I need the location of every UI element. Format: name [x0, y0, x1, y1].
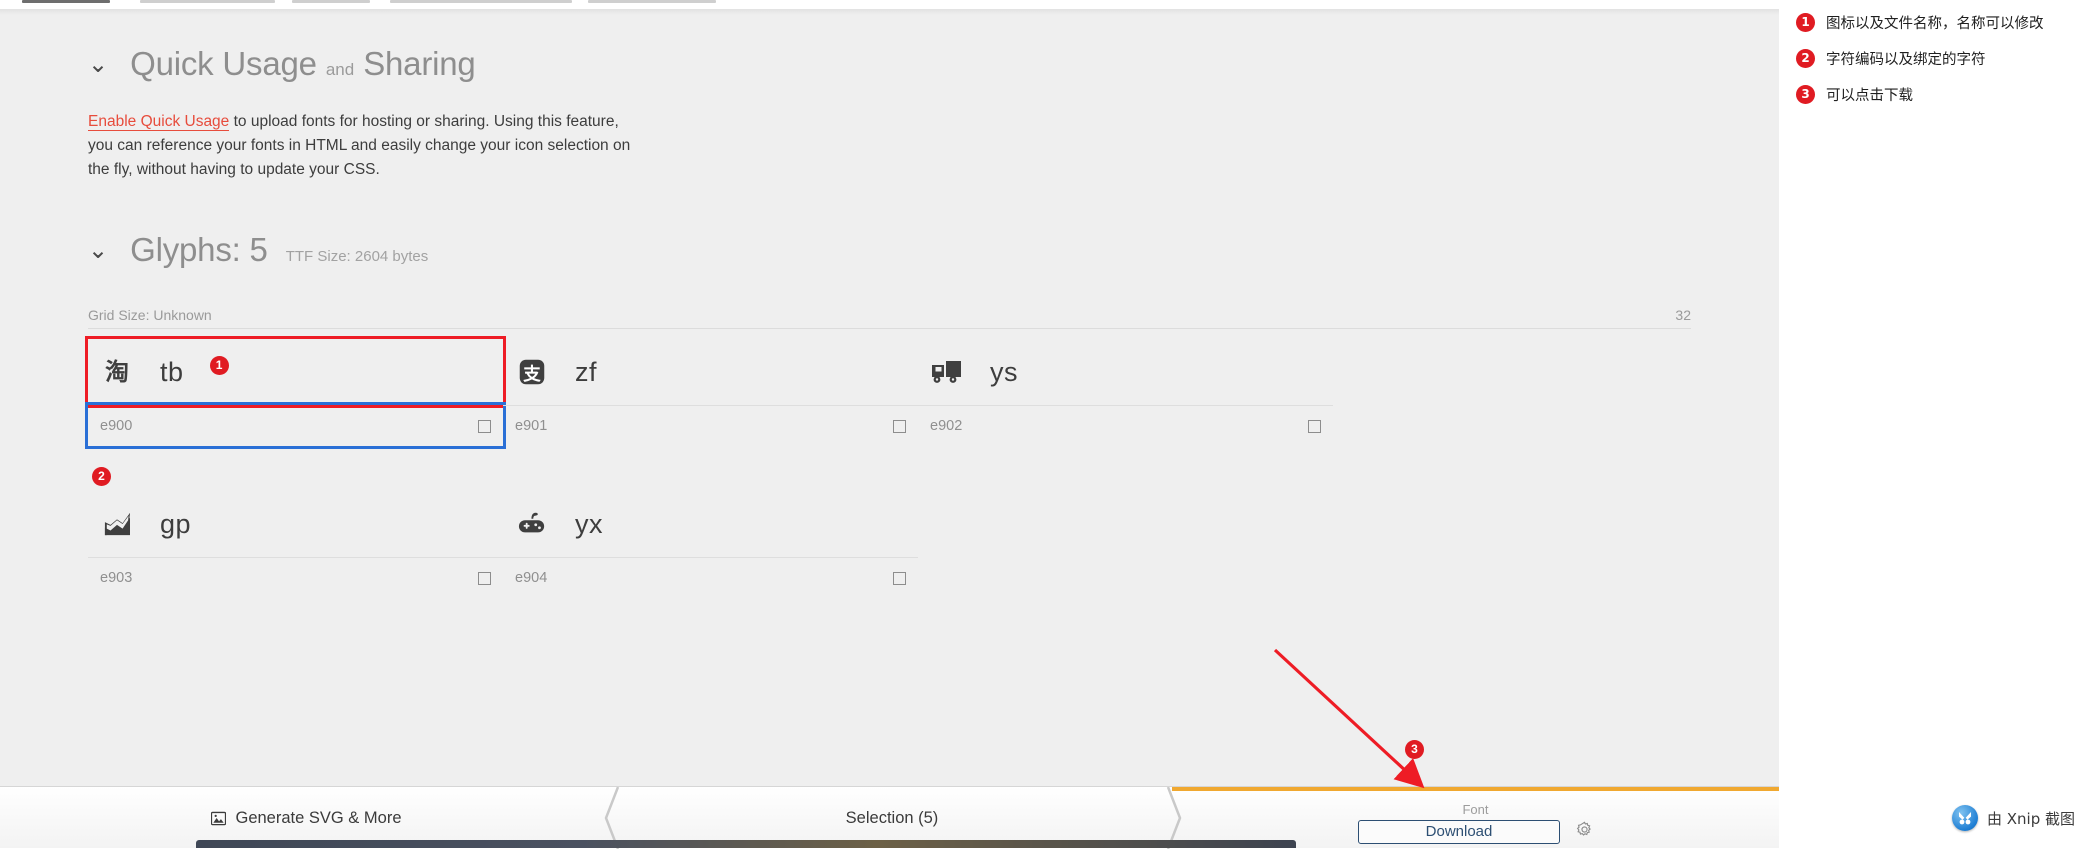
glyph-name[interactable]: yx: [575, 509, 603, 540]
legend-text-3: 可以点击下载: [1826, 88, 1913, 104]
legend-item: 1 图标以及文件名称，名称可以修改: [1796, 12, 2086, 33]
tab-stub-5[interactable]: [588, 0, 716, 3]
download-button[interactable]: Download: [1358, 819, 1560, 844]
bottom-toolbar: Generate SVG & More Selection (5) Font D…: [0, 786, 1779, 849]
grid-size-row: Grid Size: Unknown 32: [88, 307, 1691, 329]
glyph-code-row[interactable]: e900: [85, 402, 506, 449]
gear-icon[interactable]: [1576, 820, 1593, 843]
glyph-name[interactable]: gp: [160, 509, 191, 540]
glyphs-section-header[interactable]: ⌄ Glyphs: 5 TTF Size: 2604 bytes: [0, 231, 428, 269]
annotation-badge-3: 3: [1405, 740, 1424, 759]
selection-label: Selection (5): [845, 808, 939, 827]
bound-character-box-icon: [893, 571, 906, 585]
font-tab-accent-bar: [1172, 787, 1779, 791]
glyph-tile[interactable]: yx: [503, 491, 918, 557]
quick-usage-section-header[interactable]: ⌄ Quick Usage and Sharing: [0, 45, 476, 83]
grid-size-label: Grid Size: Unknown: [88, 307, 212, 323]
glyph-tile[interactable]: ys: [918, 339, 1333, 405]
taobao-icon: 淘: [100, 355, 134, 389]
quick-usage-title: Quick Usage: [130, 45, 317, 82]
annotation-legend: 1 图标以及文件名称，名称可以修改 2 字符编码以及绑定的字符 3 可以点击下载: [1796, 12, 2086, 120]
svg-text:支: 支: [522, 364, 541, 385]
glyph-name[interactable]: tb: [160, 357, 184, 388]
glyph-tile[interactable]: gp: [88, 491, 503, 557]
annotation-badge-1: 1: [209, 355, 229, 375]
legend-text-2: 字符编码以及绑定的字符: [1826, 52, 1986, 68]
glyph-tile[interactable]: 淘 tb 1: [85, 336, 506, 408]
xnip-watermark: 由 Xnip 截图: [1952, 805, 2075, 831]
glyph-name[interactable]: zf: [575, 357, 597, 388]
glyph-code-row[interactable]: e901: [503, 405, 918, 446]
image-icon: [210, 811, 226, 826]
tab-stub-3[interactable]: [292, 0, 370, 3]
bound-character-box-icon: [1308, 419, 1321, 433]
bound-character-box-icon: [478, 571, 491, 585]
glyph-code[interactable]: e903: [100, 570, 132, 586]
truck-icon: [930, 355, 964, 389]
glyph-code-row[interactable]: e903: [88, 557, 503, 598]
top-tab-strip: [0, 0, 1779, 9]
gamepad-icon: [515, 507, 549, 541]
tab-stub-4[interactable]: [390, 0, 572, 3]
glyph-code-row[interactable]: e902: [918, 405, 1333, 446]
legend-item: 3 可以点击下载: [1796, 84, 2086, 105]
glyph-tile[interactable]: 支 zf: [503, 339, 918, 405]
glyph-grid: 淘 tb 1 e900 支 zf e901 ys e902 gp e903 yx…: [85, 336, 1708, 643]
glyph-card: 支 zf e901: [503, 339, 918, 446]
sharing-title: Sharing: [363, 45, 476, 82]
alipay-icon: 支: [515, 355, 549, 389]
glyph-code[interactable]: e901: [515, 418, 547, 434]
glyph-code[interactable]: e904: [515, 570, 547, 586]
glyph-card: gp e903: [88, 491, 503, 598]
bound-character-box-icon: [478, 419, 491, 433]
bound-character-box-icon: [893, 419, 906, 433]
glyph-card: 淘 tb 1 e900: [85, 336, 506, 449]
legend-text-1: 图标以及文件名称，名称可以修改: [1826, 16, 2044, 32]
enable-quick-usage-link[interactable]: Enable Quick Usage: [88, 113, 230, 131]
glyph-name[interactable]: ys: [990, 357, 1018, 388]
glyph-card: ys e902: [918, 339, 1333, 446]
glyph-code-row[interactable]: e904: [503, 557, 918, 598]
quick-usage-and: and: [325, 60, 355, 79]
font-label: Font: [1462, 801, 1489, 817]
icomoon-app-panel: ⌄ Quick Usage and Sharing Enable Quick U…: [0, 9, 1779, 786]
xnip-watermark-text: 由 Xnip 截图: [1987, 809, 2076, 828]
legend-badge-3: 3: [1796, 85, 1815, 104]
glyph-code[interactable]: e900: [100, 418, 132, 434]
xnip-logo-icon: [1952, 805, 1978, 831]
tab-stub-1[interactable]: [22, 0, 110, 3]
window-bottom-chrome: [196, 840, 1296, 848]
glyph-card: yx e904: [503, 491, 918, 598]
legend-item: 2 字符编码以及绑定的字符: [1796, 48, 2086, 69]
chevron-down-icon[interactable]: ⌄: [88, 53, 108, 77]
legend-badge-1: 1: [1796, 13, 1815, 32]
font-controls: Download: [1358, 819, 1593, 844]
tab-stub-2[interactable]: [140, 0, 275, 3]
chevron-down-icon[interactable]: ⌄: [88, 239, 108, 263]
legend-badge-2: 2: [1796, 49, 1815, 68]
stock-chart-icon: [100, 507, 134, 541]
generate-svg-label: Generate SVG & More: [235, 808, 402, 827]
glyphs-title: Glyphs: 5: [130, 231, 268, 268]
grid-size-value: 32: [1675, 307, 1691, 323]
ttf-size-label: TTF Size: 2604 bytes: [285, 248, 429, 265]
svg-text:淘: 淘: [105, 358, 129, 386]
quick-usage-description: Enable Quick Usage to upload fonts for h…: [88, 110, 648, 182]
glyph-code[interactable]: e902: [930, 418, 962, 434]
annotation-badge-2: 2: [92, 467, 111, 486]
